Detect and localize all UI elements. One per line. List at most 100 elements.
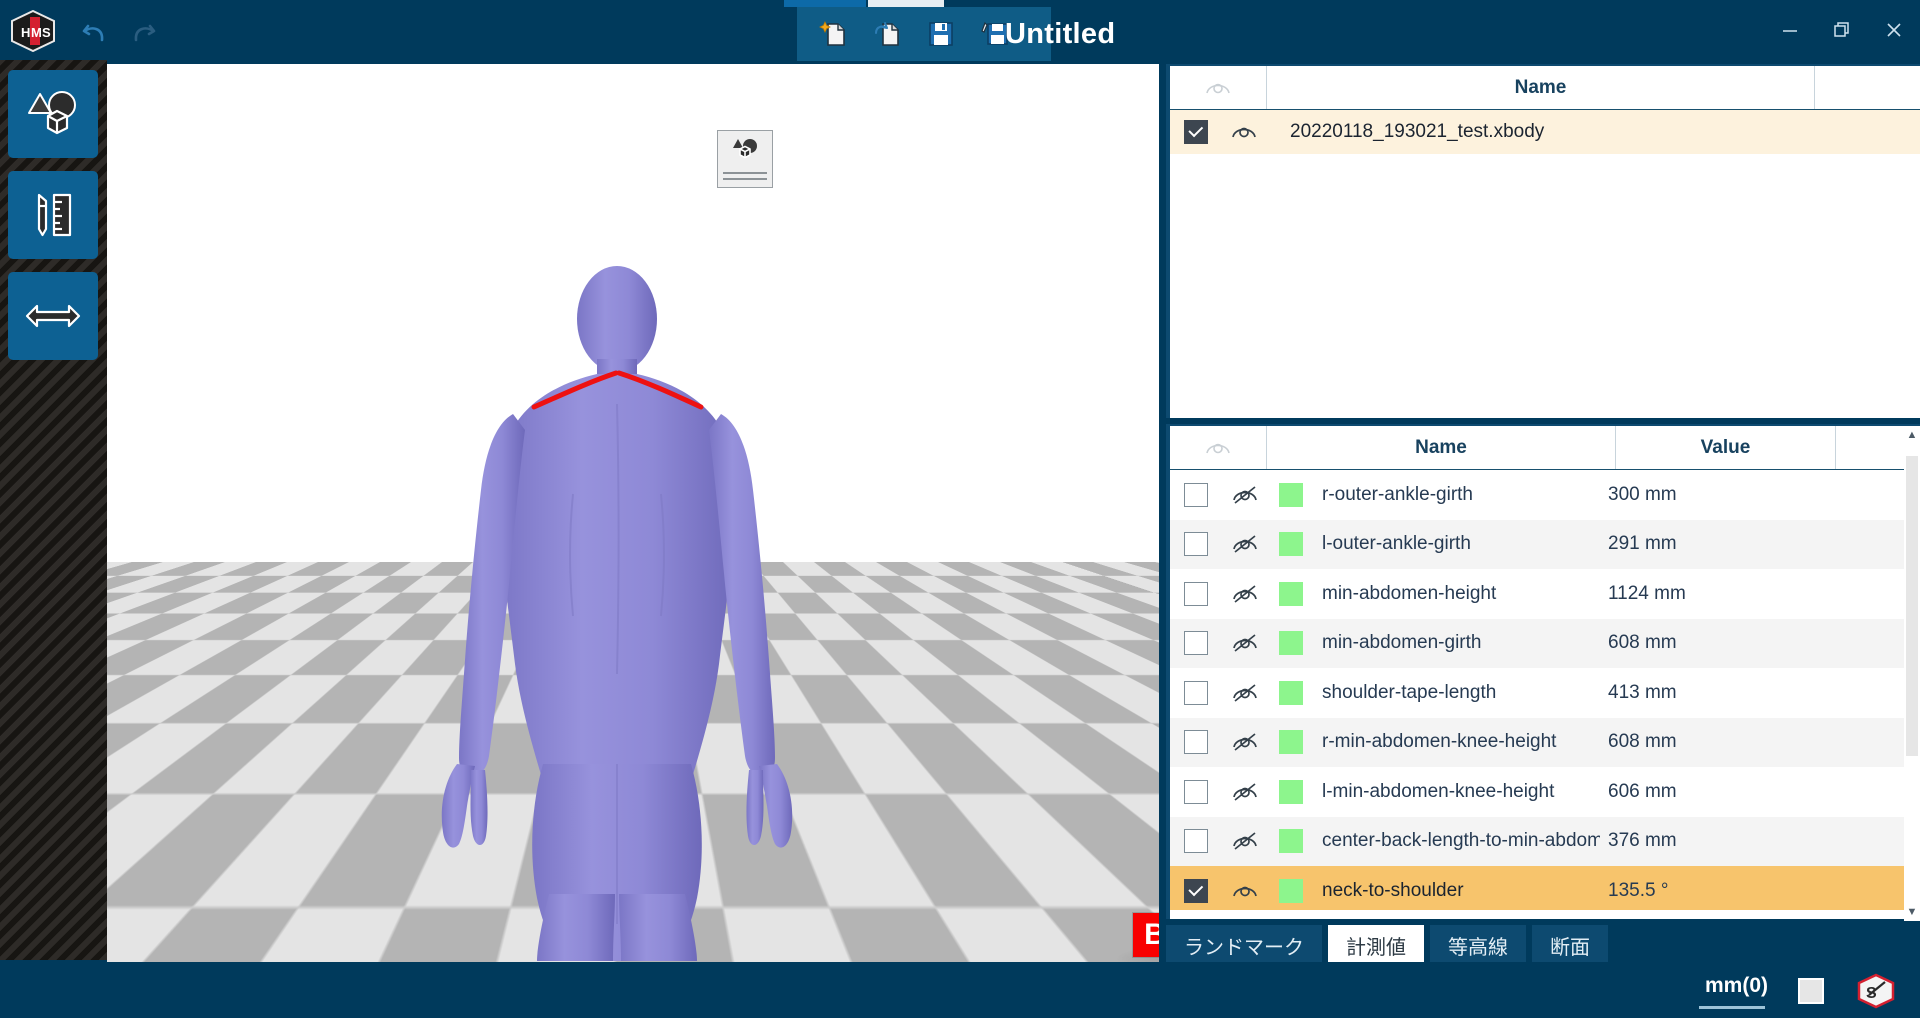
- measurement-row-color-swatch[interactable]: [1268, 680, 1314, 705]
- tab-indicator-inactive: [868, 0, 944, 7]
- 3d-viewport[interactable]: B: [107, 64, 1159, 962]
- measurement-row-value: 291 mm: [1608, 533, 1677, 555]
- measurement-row-visibility-toggle[interactable]: [1222, 535, 1268, 553]
- undo-button[interactable]: [72, 10, 116, 54]
- measurement-row-visibility-toggle[interactable]: [1222, 634, 1268, 652]
- measurement-row[interactable]: r-min-abdomen-knee-height 608 mm: [1170, 717, 1920, 767]
- measurement-row-checkbox-cell[interactable]: [1170, 631, 1222, 656]
- measurement-row-checkbox[interactable]: [1184, 878, 1208, 903]
- eye-off-icon: [1233, 535, 1257, 553]
- measurement-row-checkbox-cell[interactable]: [1170, 532, 1222, 557]
- object-row-checkbox[interactable]: [1184, 120, 1208, 144]
- measurement-row-checkbox-cell[interactable]: [1170, 680, 1222, 705]
- measurement-row-checkbox-cell[interactable]: [1170, 878, 1222, 903]
- unit-indicator-underline: [1699, 1006, 1765, 1009]
- measurement-row-value: 608 mm: [1608, 731, 1677, 753]
- orientation-badge[interactable]: B: [1133, 913, 1159, 957]
- app-mark-icon[interactable]: S: [1856, 973, 1896, 1009]
- measurement-row-name: r-outer-ankle-girth: [1322, 483, 1473, 505]
- measurement-row-visibility-toggle[interactable]: [1222, 832, 1268, 850]
- measurement-row[interactable]: neck-to-shoulder 135.5 °: [1170, 866, 1920, 910]
- measurement-row-color-swatch[interactable]: [1268, 730, 1314, 755]
- measurement-row-checkbox[interactable]: [1184, 581, 1208, 606]
- body-model[interactable]: [107, 64, 1159, 962]
- measurement-list-header: Name Value: [1170, 426, 1920, 470]
- measurement-row-checkbox[interactable]: [1184, 779, 1208, 804]
- measurement-row[interactable]: r-outer-ankle-girth 300 mm: [1170, 470, 1920, 520]
- measurement-row[interactable]: min-abdomen-height 1124 mm: [1170, 569, 1920, 619]
- measurement-row-checkbox-cell[interactable]: [1170, 482, 1222, 507]
- measurement-row-color-swatch[interactable]: [1268, 532, 1314, 557]
- measurement-row-color-swatch[interactable]: [1268, 829, 1314, 854]
- scroll-down-button[interactable]: ▼: [1904, 903, 1920, 921]
- measurement-row-visibility-toggle[interactable]: [1222, 733, 1268, 751]
- object-row-visibility-toggle[interactable]: [1222, 123, 1266, 141]
- measurement-row-checkbox[interactable]: [1184, 532, 1208, 557]
- panel-tab-2[interactable]: 等高線: [1430, 925, 1526, 965]
- redo-button[interactable]: [122, 10, 166, 54]
- measurement-row[interactable]: l-outer-ankle-girth 291 mm: [1170, 519, 1920, 569]
- open-file-button[interactable]: [869, 16, 905, 52]
- panel-tab-0[interactable]: ランドマーク: [1166, 925, 1322, 965]
- object-name-column-header: Name: [1266, 66, 1815, 109]
- minimize-icon: [1783, 30, 1797, 32]
- measurement-row-checkbox[interactable]: [1184, 730, 1208, 755]
- measurement-row-value: 300 mm: [1608, 483, 1677, 505]
- measurement-row-color-swatch[interactable]: [1268, 878, 1314, 903]
- measurement-row-visibility-toggle[interactable]: [1222, 486, 1268, 504]
- unit-indicator[interactable]: mm(0): [1705, 974, 1768, 998]
- document-title: Untitled: [1005, 17, 1116, 50]
- measurement-row-checkbox-cell[interactable]: [1170, 829, 1222, 854]
- measurement-row[interactable]: center-back-length-to-min-abdom 376 mm: [1170, 816, 1920, 866]
- close-button[interactable]: [1868, 0, 1920, 60]
- object-list-header: Name: [1170, 66, 1920, 110]
- measurement-scrollbar[interactable]: ▲ ▼: [1904, 426, 1920, 921]
- measurement-row-visibility-toggle[interactable]: [1222, 882, 1268, 900]
- measurement-row-visibility-toggle[interactable]: [1222, 684, 1268, 702]
- panel-tab-3[interactable]: 断面: [1532, 925, 1608, 965]
- measurement-row-checkbox[interactable]: [1184, 680, 1208, 705]
- eye-off-icon: [1233, 832, 1257, 850]
- measurement-row[interactable]: min-abdomen-girth 608 mm: [1170, 618, 1920, 668]
- measurement-row-value: 606 mm: [1608, 780, 1677, 802]
- measure-tool-button[interactable]: [8, 171, 98, 259]
- scroll-up-button[interactable]: ▲: [1904, 426, 1920, 444]
- object-list-row[interactable]: 20220118_193021_test.xbody: [1170, 110, 1920, 154]
- measurement-row-visibility-toggle[interactable]: [1222, 783, 1268, 801]
- object-row-checkbox-cell[interactable]: [1170, 120, 1222, 144]
- measurement-row-color-swatch[interactable]: [1268, 631, 1314, 656]
- measurement-row-color-swatch[interactable]: [1268, 581, 1314, 606]
- measurement-list-panel: Name Value r-outer-ankle-girth 300 mm l-o…: [1166, 424, 1920, 921]
- restore-button[interactable]: [1816, 0, 1868, 60]
- measurement-row-value: 1124 mm: [1608, 582, 1686, 604]
- distance-tool-button[interactable]: [8, 272, 98, 360]
- save-button[interactable]: [923, 16, 959, 52]
- measurement-row-color-swatch[interactable]: [1268, 482, 1314, 507]
- measurement-row-name: min-abdomen-height: [1322, 582, 1497, 604]
- new-file-button[interactable]: [815, 16, 851, 52]
- measurement-row-checkbox[interactable]: [1184, 631, 1208, 656]
- eye-off-icon: [1233, 585, 1257, 603]
- color-swatch-button[interactable]: [1798, 978, 1824, 1004]
- object-row-name: 20220118_193021_test.xbody: [1290, 121, 1545, 142]
- measurement-list-body[interactable]: r-outer-ankle-girth 300 mm l-outer-ankle-…: [1170, 470, 1920, 910]
- measurement-row-checkbox-cell[interactable]: [1170, 779, 1222, 804]
- measurement-row-checkbox-cell[interactable]: [1170, 581, 1222, 606]
- measurement-row-checkbox-cell[interactable]: [1170, 730, 1222, 755]
- measurement-row[interactable]: l-min-abdomen-knee-height 606 mm: [1170, 767, 1920, 817]
- measurement-row-checkbox[interactable]: [1184, 829, 1208, 854]
- measurement-row-visibility-toggle[interactable]: [1222, 585, 1268, 603]
- minimize-button[interactable]: [1764, 0, 1816, 60]
- panel-tab-1[interactable]: 計測値: [1328, 925, 1424, 965]
- view-rotate-tool-button[interactable]: [717, 130, 773, 188]
- measurement-row-name: l-outer-ankle-girth: [1322, 533, 1471, 555]
- panel-tab-bar[interactable]: ランドマーク 計測値 等高線 断面: [1166, 925, 1608, 965]
- restore-icon: [1834, 22, 1849, 37]
- measurement-row-checkbox[interactable]: [1184, 482, 1208, 507]
- measurement-row[interactable]: shoulder-tape-length 413 mm: [1170, 668, 1920, 718]
- measurement-row-color-swatch[interactable]: [1268, 779, 1314, 804]
- scrollbar-thumb[interactable]: [1906, 456, 1918, 756]
- eye-off-icon: [1233, 684, 1257, 702]
- open-file-icon: [875, 22, 899, 46]
- model-view-tool-button[interactable]: [8, 70, 98, 158]
